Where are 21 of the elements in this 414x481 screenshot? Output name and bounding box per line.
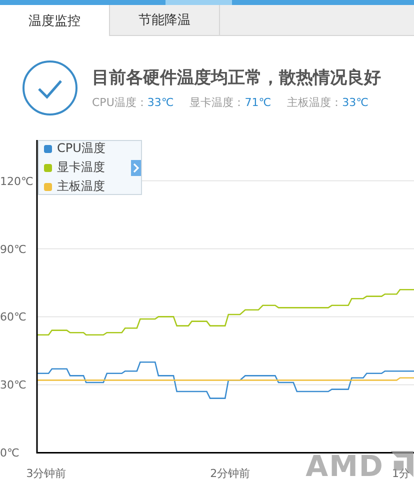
axis-label: 90℃ [0,242,26,256]
legend-label: 主板温度 [57,178,105,195]
axis-label: 120℃ [0,174,34,188]
axis-label: 2分钟前 [210,467,250,480]
legend-label: CPU温度 [57,140,106,157]
tab[interactable]: 温度监控 [0,5,110,36]
temperature-reading: CPU温度：33℃ [92,95,174,110]
brand-logo: AMD [306,452,384,481]
axis-label: 0℃ [0,446,20,460]
legend-toggle-button[interactable] [131,160,141,176]
temperature-reading: 主板温度：33℃ [287,95,368,110]
legend-label: 显卡温度 [57,159,105,176]
check-circle-icon [22,60,78,116]
logo-mark-icon [390,451,414,477]
axis-label: 1分 [392,467,410,480]
axis-label: 60℃ [0,310,26,324]
chevron-icon [133,163,139,173]
axis-label: 3分钟前 [26,467,66,480]
status-message: 目前各硬件温度均正常，散热情况良好 [92,67,381,89]
temperature-reading: 显卡温度：71℃ [190,95,272,110]
axis-label: 30℃ [0,378,26,392]
